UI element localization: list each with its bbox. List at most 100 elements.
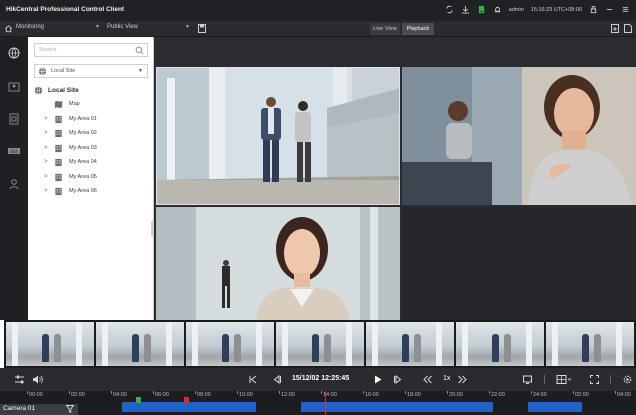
tree-root-local-site[interactable]: Local Site (34, 85, 144, 97)
thumbnail-frame[interactable] (366, 322, 454, 366)
user-name[interactable]: admin (509, 7, 524, 13)
thumbnail-frame[interactable] (186, 322, 274, 366)
timeline-tick (237, 391, 238, 394)
download-icon[interactable] (461, 5, 470, 14)
building-icon (54, 115, 63, 124)
video-window-2[interactable] (402, 67, 636, 205)
timeline[interactable]: 00:00 02:00 04:00 06:00 08:00 10:00 12:00 14:00… (0, 391, 636, 415)
thumbnail-pillar (12, 322, 18, 366)
thumbnail-person (54, 334, 61, 362)
export-icon[interactable] (611, 24, 619, 33)
video-window-1[interactable] (156, 67, 400, 205)
thumbnail-frame[interactable] (276, 322, 364, 366)
tree-item[interactable]: > My Area 03 (42, 143, 148, 155)
play-icon[interactable] (372, 374, 383, 385)
tab-live-view[interactable]: Live View (370, 23, 400, 35)
event-marker-green[interactable] (136, 397, 141, 403)
tree-item[interactable]: > My Area 05 (42, 172, 148, 184)
chevron-right-icon[interactable]: > (44, 188, 48, 194)
door-icon[interactable] (7, 113, 21, 125)
timeline-tick-label: 02:00 (575, 392, 589, 398)
tree-item[interactable]: Map (42, 99, 148, 111)
tree-item[interactable]: > My Area 04 (42, 157, 148, 169)
system-time: 15:16:23 UTC+08:00 (530, 6, 582, 13)
capture-icon[interactable] (522, 374, 533, 385)
tree-item[interactable]: > My Area 02 (42, 128, 148, 140)
thumbnail-person (132, 334, 139, 362)
gear-icon[interactable] (622, 374, 633, 385)
recording-segment[interactable] (122, 402, 256, 412)
save-view-icon[interactable] (198, 24, 206, 33)
home-icon[interactable] (4, 24, 13, 33)
thumbnail-person (222, 334, 229, 362)
tree-item[interactable]: > My Area 01 (42, 114, 148, 126)
module-select[interactable]: Monitoring (16, 24, 44, 30)
speed-up-icon[interactable] (457, 374, 468, 385)
timeline-tick (363, 391, 364, 394)
tree-item-label: My Area 03 (69, 144, 97, 151)
timeline-tick-label: 16:00 (365, 392, 379, 398)
previous-segment-icon[interactable] (247, 374, 258, 385)
camera-label[interactable]: Camera 01 (0, 404, 78, 415)
thumbnail-pillar (76, 322, 82, 366)
building-icon (54, 158, 63, 167)
divider (610, 375, 611, 384)
thumbnail-person (492, 334, 499, 362)
file-icon[interactable] (624, 24, 632, 33)
globe-icon[interactable] (7, 47, 21, 59)
view-select[interactable]: Public View (107, 24, 138, 30)
search-input[interactable]: Search (34, 43, 148, 57)
tree-item-label: Map (69, 101, 80, 107)
menu-icon[interactable] (621, 5, 630, 14)
timeline-tick (615, 391, 616, 394)
chevron-right-icon[interactable]: > (44, 174, 48, 180)
window-layout-icon[interactable] (556, 374, 572, 385)
search-icon[interactable] (135, 46, 144, 55)
tree-item-label: My Area 05 (69, 173, 97, 180)
settings-sliders-icon[interactable] (14, 374, 25, 385)
video-window-3[interactable] (156, 207, 400, 320)
thumbnail-pillar (462, 322, 468, 366)
title-bar-actions: admin 15:16:23 UTC+08:00 (445, 5, 630, 14)
timeline-tick-label: 24:00 (533, 392, 547, 398)
chevron-down-icon[interactable]: ▼ (138, 68, 143, 74)
device-status-icon[interactable] (477, 5, 486, 14)
previous-frame-icon[interactable] (271, 374, 282, 385)
chevron-right-icon[interactable]: > (44, 145, 48, 151)
thumbnail-frame[interactable] (96, 322, 184, 366)
filter-icon[interactable] (65, 405, 75, 413)
timeline-tick (531, 391, 532, 394)
alarm-icon[interactable] (493, 5, 502, 14)
chevron-down-icon[interactable]: ▼ (185, 24, 190, 30)
thumbnail-strip (4, 320, 636, 368)
lock-icon[interactable] (589, 5, 598, 14)
chevron-right-icon[interactable]: > (44, 130, 48, 136)
event-marker-red[interactable] (184, 397, 189, 403)
chevron-down-icon[interactable]: ▼ (95, 24, 100, 30)
chevron-right-icon[interactable]: > (44, 116, 48, 122)
fullscreen-icon[interactable] (589, 374, 600, 385)
volume-icon[interactable] (32, 374, 43, 385)
video-window-4-empty[interactable] (402, 207, 636, 320)
tab-playback[interactable]: Playback (402, 23, 434, 35)
sync-icon[interactable] (445, 5, 454, 14)
user-icon[interactable] (7, 178, 21, 190)
tree-item[interactable]: > My Area 06 (42, 186, 148, 198)
minimize-icon[interactable] (605, 5, 614, 14)
thumbnail-person (402, 334, 409, 362)
site-select[interactable]: Local Site ▼ (34, 64, 148, 78)
building-icon (54, 144, 63, 153)
thumbnail-frame[interactable] (6, 322, 94, 366)
timeline-cursor[interactable] (325, 391, 326, 415)
thumbnail-frame[interactable] (546, 322, 634, 366)
recording-segment[interactable] (528, 402, 582, 412)
person-flow-icon[interactable] (7, 81, 21, 93)
keyboard-icon[interactable] (7, 145, 21, 157)
thumbnail-frame[interactable] (456, 322, 544, 366)
slow-down-icon[interactable] (422, 374, 433, 385)
next-frame-icon[interactable] (393, 374, 404, 385)
thumbnail-person (414, 334, 421, 362)
building-icon (54, 173, 63, 182)
chevron-right-icon[interactable]: > (44, 159, 48, 165)
recording-segment[interactable] (301, 402, 493, 412)
